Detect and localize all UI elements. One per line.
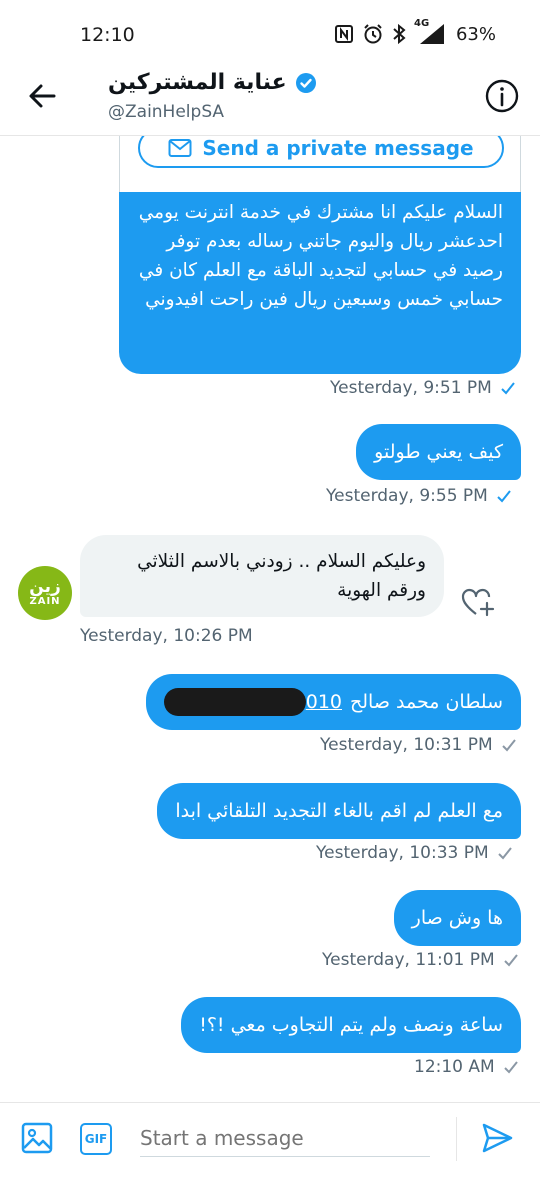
read-check-icon [497, 490, 511, 503]
sent-check-icon [503, 1061, 518, 1074]
message-meta: Yesterday, 9:55 PM [326, 486, 512, 506]
message-text: مع العلم لم اقم بالغاء التجديد التلقائي … [175, 800, 503, 822]
card-message-text: السلام عليكم انا مشترك في خدمة انترنت يو… [138, 202, 503, 310]
message-meta: Yesterday, 10:33 PM [316, 843, 513, 863]
message-meta: Yesterday, 9:51 PM [330, 378, 516, 398]
redaction-mark [163, 688, 306, 716]
message-time: 12:10 AM [414, 1057, 495, 1077]
message-bubble-outgoing[interactable]: كيف يعني طولتو [356, 424, 521, 480]
message-time: Yesterday, 10:31 PM [320, 735, 493, 755]
message-time: Yesterday, 9:55 PM [326, 486, 488, 506]
message-input[interactable] [140, 1119, 430, 1157]
message-time: Yesterday, 10:26 PM [80, 626, 253, 646]
envelope-icon [168, 139, 192, 157]
message-meta: Yesterday, 10:31 PM [320, 735, 517, 755]
read-check-icon [501, 382, 515, 395]
back-arrow-icon[interactable] [24, 78, 60, 114]
send-icon[interactable] [480, 1121, 514, 1155]
message-bubble-outgoing[interactable]: ساعة ونصف ولم يتم التجاوب معي !؟! [181, 997, 521, 1053]
alarm-icon [364, 24, 382, 44]
id-tail-digits: 010 [305, 691, 342, 713]
message-bubble-outgoing[interactable]: سلطان محمد صالح 010 [145, 674, 521, 730]
status-icons: 4G 63% [334, 18, 496, 46]
conversation-header: عناية المشتركين @ZainHelpSA [0, 64, 540, 136]
message-text: ها وش صار [411, 907, 503, 929]
heart-plus-icon[interactable] [460, 586, 496, 618]
redacted-id: 010 [163, 688, 342, 716]
message-meta: 12:10 AM [414, 1057, 519, 1077]
avatar-logo-latin: ZAIN [29, 596, 61, 607]
network-type: 4G [413, 18, 430, 29]
status-bar: 12:10 4G 63% [0, 0, 540, 64]
message-meta: Yesterday, 11:01 PM [322, 950, 519, 970]
account-name: عناية المشتركين [108, 70, 287, 95]
compose-bar: GIF [0, 1102, 540, 1200]
info-icon[interactable] [484, 78, 520, 114]
compose-divider [456, 1117, 457, 1161]
message-time: Yesterday, 10:33 PM [316, 843, 489, 863]
message-card[interactable]: Send a private message السلام عليكم انا … [119, 136, 521, 374]
header-name-row[interactable]: عناية المشتركين [108, 70, 317, 95]
gif-label: GIF [84, 1132, 108, 1146]
send-private-message-label: Send a private message [202, 136, 474, 160]
avatar-logo-text: زين [29, 577, 61, 597]
message-text: سلطان محمد صالح [350, 691, 503, 713]
image-icon[interactable] [20, 1121, 54, 1155]
avatar[interactable]: زين ZAIN [18, 566, 72, 620]
message-text: وعليكم السلام .. زودني بالاسم الثلاثي ور… [137, 551, 426, 601]
nfc-icon [334, 25, 353, 43]
card-top: Send a private message [119, 136, 521, 192]
message-meta: Yesterday, 10:26 PM [80, 626, 253, 646]
sent-check-icon [503, 954, 518, 967]
message-bubble-incoming[interactable]: وعليكم السلام .. زودني بالاسم الثلاثي ور… [80, 535, 444, 617]
status-time: 12:10 [80, 24, 135, 46]
message-bubble-outgoing[interactable]: مع العلم لم اقم بالغاء التجديد التلقائي … [157, 783, 521, 839]
message-text: ساعة ونصف ولم يتم التجاوب معي !؟! [199, 1014, 503, 1036]
signal-icon: 4G [414, 18, 446, 46]
gif-icon[interactable]: GIF [80, 1123, 112, 1155]
account-handle: @ZainHelpSA [108, 102, 225, 122]
battery-percent: 63% [455, 23, 496, 45]
message-bubble-outgoing[interactable]: ها وش صار [393, 890, 521, 946]
message-time: Yesterday, 11:01 PM [322, 950, 495, 970]
message-time: Yesterday, 9:51 PM [330, 378, 492, 398]
sent-check-icon [501, 739, 516, 752]
sent-check-icon [497, 847, 512, 860]
send-private-message-button[interactable]: Send a private message [138, 136, 504, 168]
bluetooth-icon [393, 23, 406, 45]
message-text: كيف يعني طولتو [374, 441, 503, 463]
verified-badge-icon [295, 72, 316, 93]
